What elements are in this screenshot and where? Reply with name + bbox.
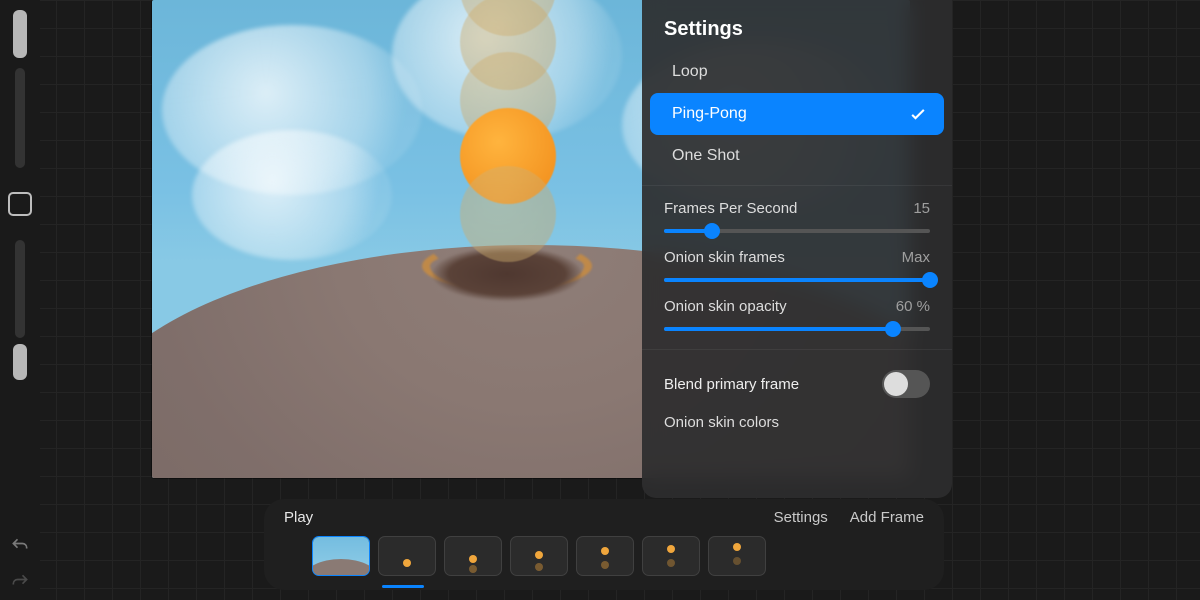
onion-opacity-value: 60 % bbox=[896, 298, 930, 315]
settings-title: Settings bbox=[664, 18, 952, 41]
option-label: Ping-Pong bbox=[672, 105, 747, 123]
onion-opacity-row: Onion skin opacity 60 % bbox=[642, 292, 952, 341]
opacity-handle[interactable] bbox=[13, 344, 27, 380]
timeline-settings-button[interactable]: Settings bbox=[774, 509, 828, 526]
frame-strip bbox=[284, 536, 924, 576]
onion-ghost-frame bbox=[460, 166, 556, 262]
onion-colors-row[interactable]: Onion skin colors bbox=[642, 400, 952, 431]
undo-icon[interactable] bbox=[10, 536, 30, 556]
modifier-button[interactable] bbox=[8, 192, 32, 216]
blend-primary-toggle[interactable] bbox=[882, 370, 930, 398]
option-label: One Shot bbox=[672, 147, 740, 165]
add-frame-button[interactable]: Add Frame bbox=[850, 509, 924, 526]
frame-thumbnail[interactable] bbox=[312, 536, 370, 576]
cloud bbox=[192, 130, 392, 260]
brush-size-handle[interactable] bbox=[13, 10, 27, 58]
animation-settings-panel: Settings Loop Ping-Pong One Shot Frames … bbox=[642, 0, 952, 498]
frame-thumbnail[interactable] bbox=[708, 536, 766, 576]
frame-thumbnail[interactable] bbox=[576, 536, 634, 576]
play-button[interactable]: Play bbox=[284, 509, 313, 526]
fps-slider[interactable] bbox=[664, 219, 930, 243]
fps-row: Frames Per Second 15 bbox=[642, 194, 952, 243]
option-label: Loop bbox=[672, 63, 708, 81]
redo-icon[interactable] bbox=[10, 572, 30, 592]
onion-opacity-label: Onion skin opacity bbox=[664, 298, 787, 315]
frame-thumbnail[interactable] bbox=[378, 536, 436, 576]
fps-value: 15 bbox=[913, 200, 930, 217]
checkmark-icon bbox=[908, 104, 928, 124]
brush-size-track[interactable] bbox=[15, 68, 25, 168]
onion-frames-slider[interactable] bbox=[664, 268, 930, 292]
onion-frames-value: Max bbox=[902, 249, 930, 266]
opacity-track[interactable] bbox=[15, 240, 25, 338]
onion-frames-row: Onion skin frames Max bbox=[642, 243, 952, 292]
onion-opacity-slider[interactable] bbox=[664, 317, 930, 341]
frame-thumbnail[interactable] bbox=[444, 536, 502, 576]
animation-timeline: Play Settings Add Frame bbox=[264, 499, 944, 590]
blend-primary-row: Blend primary frame bbox=[642, 358, 952, 400]
frame-thumbnail[interactable] bbox=[510, 536, 568, 576]
playback-mode-one-shot[interactable]: One Shot bbox=[650, 135, 944, 177]
fps-label: Frames Per Second bbox=[664, 200, 797, 217]
left-toolbar bbox=[0, 0, 40, 600]
playback-mode-loop[interactable]: Loop bbox=[650, 51, 944, 93]
playhead-indicator[interactable] bbox=[382, 585, 424, 588]
divider bbox=[642, 185, 952, 186]
onion-frames-label: Onion skin frames bbox=[664, 249, 785, 266]
frame-thumbnail[interactable] bbox=[642, 536, 700, 576]
playback-mode-ping-pong[interactable]: Ping-Pong bbox=[650, 93, 944, 135]
blend-primary-label: Blend primary frame bbox=[664, 376, 799, 393]
onion-colors-label: Onion skin colors bbox=[664, 414, 779, 431]
divider bbox=[642, 349, 952, 350]
